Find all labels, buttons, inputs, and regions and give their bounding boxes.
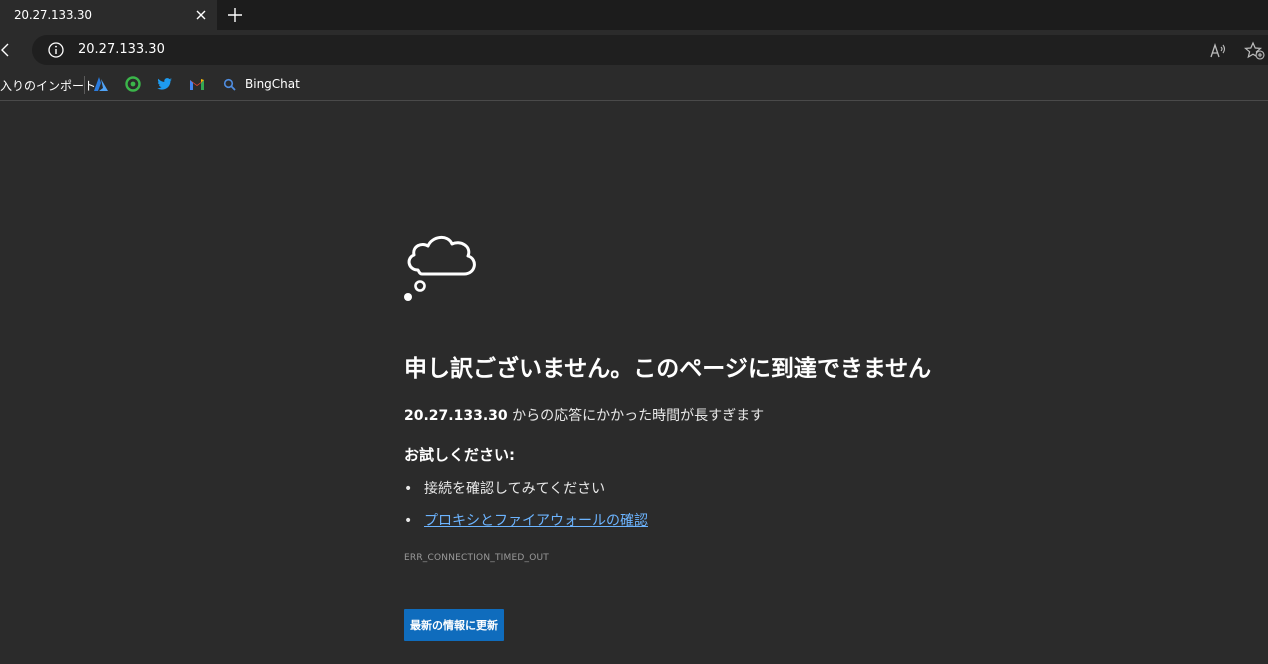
import-favorites-link[interactable]: 入りのインポート — [0, 77, 96, 94]
favorites-bar: 入りのインポート BingChat — [0, 70, 1268, 101]
bullet: • — [404, 481, 413, 497]
tab-title: 20.27.133.30 — [14, 8, 92, 22]
search-icon[interactable] — [223, 77, 237, 91]
toolbar: 20.27.133.30 — [0, 30, 1268, 70]
address-bar[interactable]: 20.27.133.30 — [32, 35, 1268, 65]
active-tab[interactable]: 20.27.133.30 — [0, 0, 217, 30]
azure-icon[interactable] — [93, 76, 109, 92]
url-text[interactable]: 20.27.133.30 — [78, 42, 165, 57]
error-code: ERR_CONNECTION_TIMED_OUT — [404, 553, 549, 563]
new-tab-icon[interactable] — [224, 4, 246, 26]
error-page: 申し訳ございません。このページに到達できません 20.27.133.30 からの… — [0, 102, 1268, 664]
try-heading: お試しください: — [404, 446, 515, 464]
bullet: • — [404, 513, 413, 529]
tab-strip: 20.27.133.30 — [0, 0, 1268, 30]
check-connection-text: 接続を確認してみてください — [424, 481, 606, 497]
reload-button[interactable]: 最新の情報に更新 — [404, 609, 504, 641]
error-description-text: からの応答にかかった時間が長すぎます — [507, 408, 765, 424]
read-aloud-icon[interactable] — [1208, 41, 1228, 61]
thought-cloud-icon — [402, 228, 480, 304]
favorites-divider — [84, 76, 85, 94]
suggestion-item: • 接続を確認してみてください — [404, 478, 605, 498]
twitter-icon[interactable] — [157, 76, 173, 92]
gmail-icon[interactable] — [189, 76, 205, 92]
close-tab-icon[interactable] — [192, 6, 210, 24]
bingchat-favorite[interactable]: BingChat — [245, 77, 300, 91]
error-host: 20.27.133.30 — [404, 408, 508, 424]
back-arrow-icon[interactable] — [0, 40, 14, 60]
suggestion-item: • プロキシとファイアウォールの確認 — [404, 510, 648, 530]
check-proxy-firewall-link[interactable]: プロキシとファイアウォールの確認 — [424, 513, 648, 529]
add-favorite-icon[interactable] — [1243, 41, 1266, 61]
info-icon[interactable] — [47, 41, 65, 59]
green-refresh-icon[interactable] — [125, 76, 141, 92]
error-title: 申し訳ございません。このページに到達できません — [404, 356, 932, 382]
error-description: 20.27.133.30 からの応答にかかった時間が長すぎます — [404, 405, 764, 425]
